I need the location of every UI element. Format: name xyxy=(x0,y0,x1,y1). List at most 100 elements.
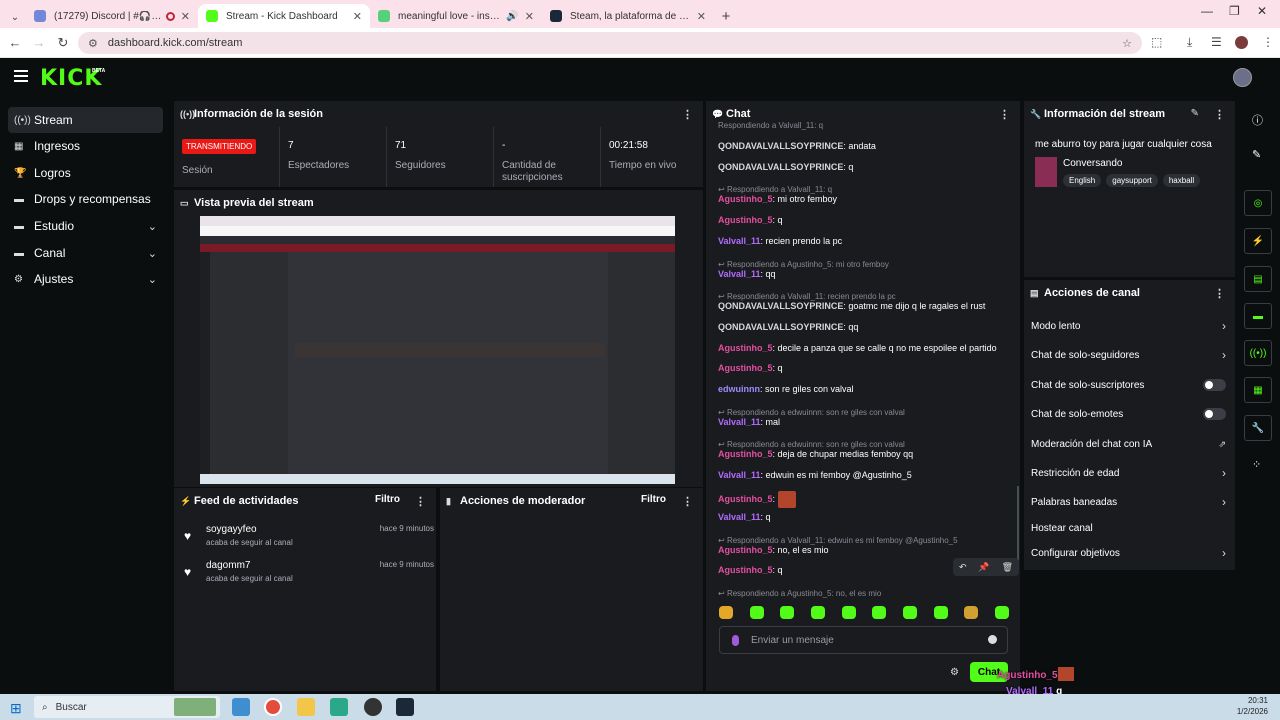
broadcast-button[interactable]: ((•)) xyxy=(1244,340,1272,366)
emote-icon[interactable] xyxy=(933,606,948,619)
channel-action-item[interactable]: Palabras baneadas › xyxy=(1031,492,1226,512)
channel-action-item[interactable]: Moderación del chat con IA ⇗ xyxy=(1031,434,1226,454)
pencil-icon[interactable]: ✎ xyxy=(1252,148,1261,161)
audio-playing-icon[interactable]: 🔊 xyxy=(506,11,518,22)
close-window-icon[interactable]: ✕ xyxy=(1257,4,1267,18)
taskbar-search[interactable]: ⌕ Buscar xyxy=(34,696,220,718)
more-options-icon[interactable]: ⋮ xyxy=(682,108,693,121)
channel-action-item[interactable]: Restricción de edad › xyxy=(1031,463,1226,483)
emoji-picker-icon[interactable] xyxy=(988,635,997,644)
reply-icon[interactable]: ↶ xyxy=(959,562,967,573)
activity-user[interactable]: dagomm7 xyxy=(206,560,250,571)
browser-menu-icon[interactable]: ⋮ xyxy=(1262,35,1274,49)
file-explorer-icon[interactable] xyxy=(297,698,315,716)
emote-icon[interactable] xyxy=(902,606,917,619)
sidebar-item-ingresos[interactable]: ▦ Ingresos xyxy=(8,133,163,159)
chat-message[interactable]: Agustinho_5: q xyxy=(718,363,1014,373)
browser-tab[interactable]: meaningful love - instrume 🔊 ✕ xyxy=(370,4,542,28)
clip-button[interactable]: ◎ xyxy=(1244,190,1272,216)
chat-message[interactable]: Agustinho_5: deja de chupar medias fembo… xyxy=(718,449,1014,459)
close-tab-icon[interactable]: ✕ xyxy=(525,10,534,23)
browser-tab[interactable]: (17279) Discord | #🎧 | gene ✕ xyxy=(26,4,198,28)
channel-action-item[interactable]: Chat de solo-emotes xyxy=(1031,404,1226,424)
forward-icon[interactable]: → xyxy=(26,35,52,50)
chat-message[interactable]: QONDAVALVALLSOYPRINCE: q xyxy=(718,162,1014,172)
emote-icon[interactable] xyxy=(841,606,856,619)
sidebar-item-canal[interactable]: ▬ Canal ⌄ xyxy=(8,240,163,266)
steam-icon[interactable] xyxy=(396,698,414,716)
taskbar-clock[interactable]: 20:31 1/2/2026 xyxy=(1237,695,1268,717)
more-options-icon[interactable]: ⋮ xyxy=(1214,108,1225,121)
tab-search-chevron-icon[interactable]: ⌄ xyxy=(4,6,26,28)
more-options-icon[interactable]: ⋮ xyxy=(415,495,426,508)
chat-username[interactable]: Agustinho_5 xyxy=(718,215,773,225)
toggle-switch[interactable] xyxy=(1203,408,1226,420)
chat-message[interactable]: Valvall_11: q xyxy=(718,512,1014,522)
bolt-button[interactable]: ⚡ xyxy=(1244,228,1272,254)
emote-icon[interactable] xyxy=(994,606,1009,619)
extensions-icon[interactable]: ⬚ xyxy=(1151,35,1162,49)
chat-username[interactable]: Agustinho_5 xyxy=(718,565,773,575)
browser-tab[interactable]: Stream - Kick Dashboard ✕ xyxy=(198,4,370,28)
stream-preview-video[interactable] xyxy=(200,216,675,484)
chat-message[interactable]: Agustinho_5: decile a panza que se calle… xyxy=(718,343,1014,353)
close-tab-icon[interactable]: ✕ xyxy=(353,10,362,23)
chat-username[interactable]: QONDAVALVALLSOYPRINCE xyxy=(718,301,843,311)
chat-username[interactable]: Agustinho_5 xyxy=(718,494,773,504)
wrench-button[interactable]: 🔧 xyxy=(1244,415,1272,441)
chat-settings-icon[interactable]: ⚙ xyxy=(950,667,959,678)
windows-start-icon[interactable]: ⊞ xyxy=(10,700,22,717)
emote-icon[interactable] xyxy=(749,606,764,619)
chat-username[interactable]: QONDAVALVALLSOYPRINCE xyxy=(718,162,843,172)
profile-avatar[interactable] xyxy=(1235,36,1248,49)
sidebar-item-stream[interactable]: ((•)) Stream xyxy=(8,107,163,133)
chat-message[interactable]: Agustinho_5: no, el es mio xyxy=(718,545,1014,555)
url-field[interactable]: ⚙ dashboard.kick.com/stream ☆ xyxy=(78,32,1142,54)
channel-action-item[interactable]: Chat de solo-seguidores › xyxy=(1031,345,1226,365)
browser-tab[interactable]: Steam, la plataforma de juegos ✕ xyxy=(542,4,714,28)
chat-message[interactable]: Valvall_11: edwuin es mi femboy @Agustin… xyxy=(718,470,1014,480)
feed-filter-button[interactable]: Filtro xyxy=(375,494,400,505)
downloads-icon[interactable]: ⤓ xyxy=(1187,35,1192,50)
chat-message[interactable]: Valvall_11: es mi 9 de area xyxy=(718,598,1014,599)
chat-username[interactable]: Valvall_11 xyxy=(718,236,761,246)
emote-icon[interactable] xyxy=(872,606,887,619)
chat-button[interactable]: ▬ xyxy=(1244,303,1272,329)
channel-action-item[interactable]: Chat de solo-suscriptores xyxy=(1031,375,1226,395)
app-icon[interactable] xyxy=(330,698,348,716)
info-icon[interactable]: ⓘ xyxy=(1252,112,1263,128)
channel-action-item[interactable]: Configurar objetivos › xyxy=(1031,543,1226,563)
chat-message[interactable]: Valvall_11: mal xyxy=(718,417,1014,427)
obs-icon[interactable] xyxy=(364,698,382,716)
minimize-icon[interactable]: — xyxy=(1201,4,1213,18)
chat-username[interactable]: QONDAVALVALLSOYPRINCE xyxy=(718,322,843,332)
hamburger-menu-icon[interactable] xyxy=(14,70,28,82)
emote-icon[interactable] xyxy=(810,606,825,619)
page-button[interactable]: ▤ xyxy=(1244,266,1272,292)
chrome-icon[interactable] xyxy=(264,698,282,716)
chat-message[interactable]: QONDAVALVALLSOYPRINCE: andata xyxy=(718,141,1014,151)
new-tab-button[interactable]: + xyxy=(714,4,738,28)
bookmark-star-icon[interactable]: ☆ xyxy=(1122,37,1132,50)
site-info-icon[interactable]: ⚙ xyxy=(88,37,98,50)
chat-username[interactable]: Valvall_11 xyxy=(718,470,761,480)
emote-icon[interactable] xyxy=(964,606,979,619)
sidebar-item-estudio[interactable]: ▬ Estudio ⌄ xyxy=(8,213,163,239)
chat-message[interactable]: QONDAVALVALLSOYPRINCE: goatmc me dijo q … xyxy=(718,301,1014,311)
chat-username[interactable]: Valvall_11 xyxy=(718,598,761,599)
sidebar-item-ajustes[interactable]: ⚙ Ajustes ⌄ xyxy=(8,266,163,292)
toggle-switch[interactable] xyxy=(1203,379,1226,391)
close-tab-icon[interactable]: ✕ xyxy=(697,10,706,23)
pin-icon[interactable]: 📌 xyxy=(978,562,989,573)
chat-username[interactable]: Agustinho_5 xyxy=(718,343,773,353)
edit-pencil-icon[interactable]: ✎ xyxy=(1191,108,1199,119)
chat-username[interactable]: Agustinho_5 xyxy=(718,194,773,204)
more-options-icon[interactable]: ⋮ xyxy=(1214,287,1225,300)
sidebar-item-drops[interactable]: ▬ Drops y recompensas xyxy=(8,186,163,212)
chat-message[interactable]: Valvall_11: qq xyxy=(718,269,1014,279)
chat-username[interactable]: QONDAVALVALLSOYPRINCE xyxy=(718,141,843,151)
chat-username[interactable]: Valvall_11 xyxy=(718,269,761,279)
channel-action-item[interactable]: Hostear canal xyxy=(1031,518,1226,538)
chat-message[interactable]: edwuinnn: son re giles con valval xyxy=(718,384,1014,394)
layout-button[interactable]: ▦ xyxy=(1244,377,1272,403)
